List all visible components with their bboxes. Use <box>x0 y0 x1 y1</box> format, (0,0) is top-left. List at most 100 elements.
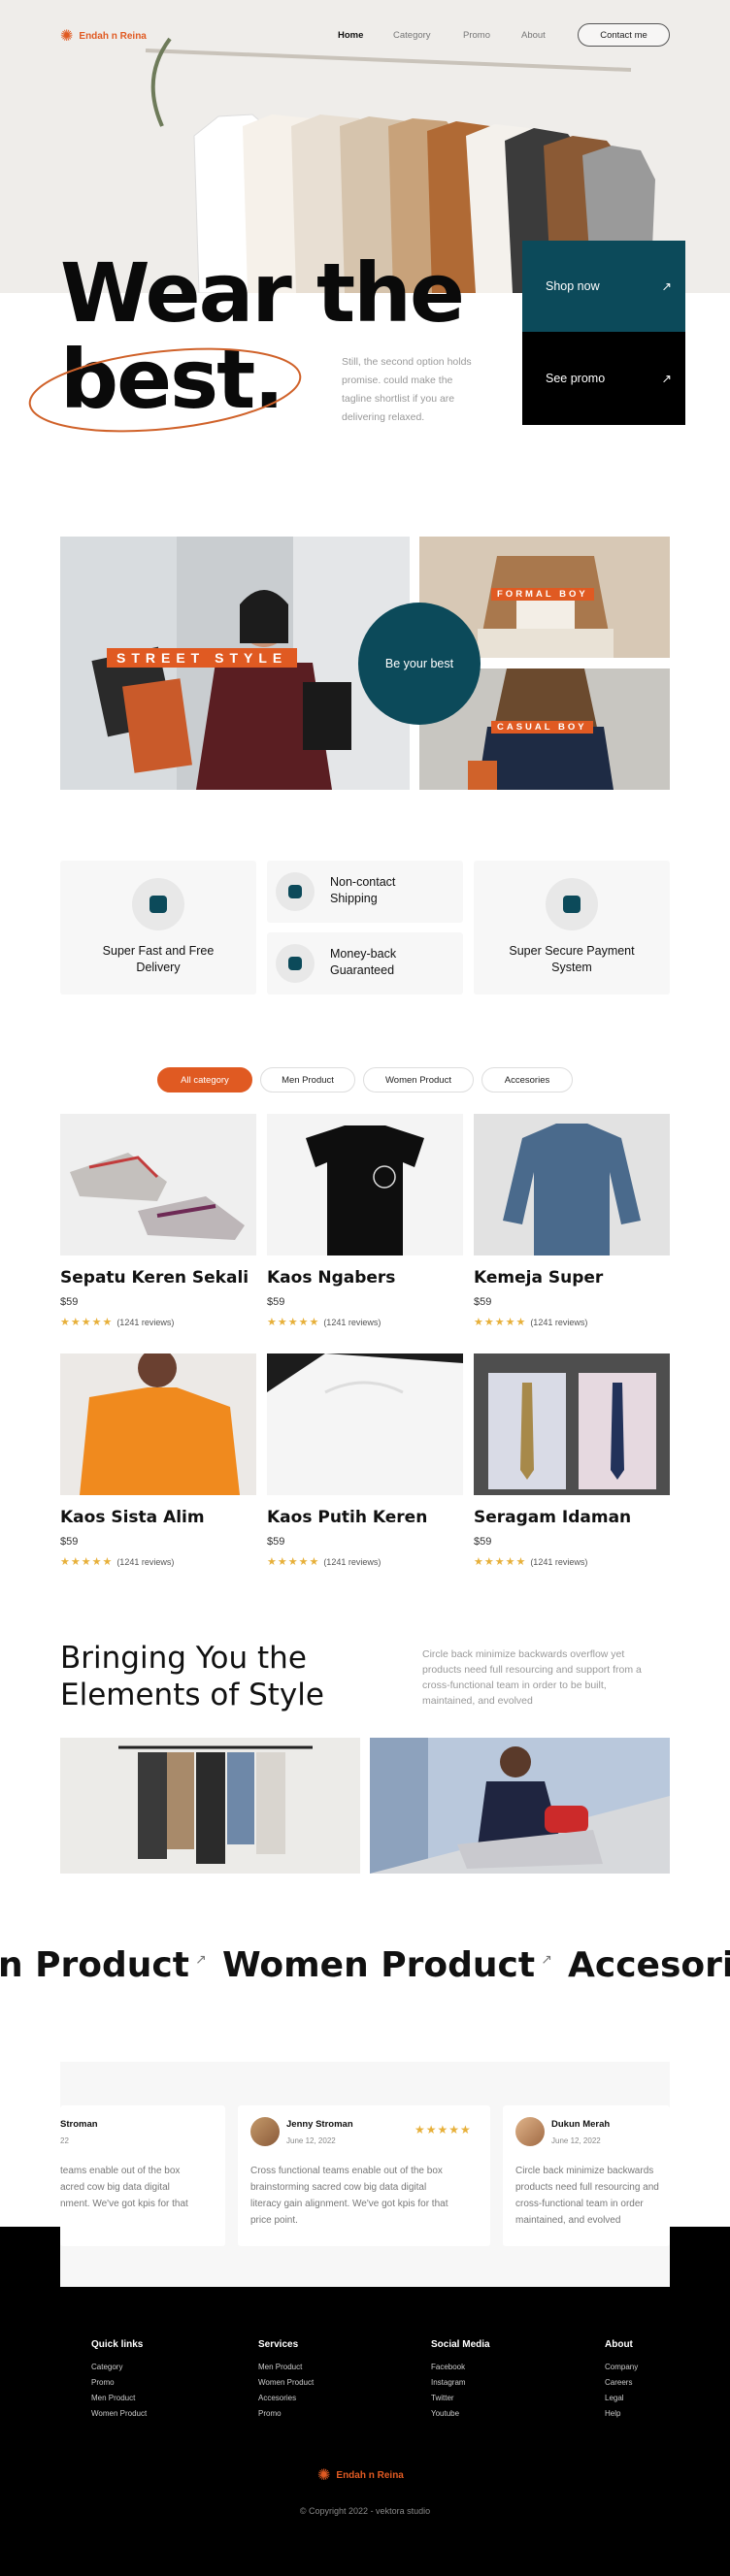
footer-link[interactable]: Youtube <box>431 2409 459 2418</box>
feature-non-contact: Non-contact Shipping <box>267 861 463 923</box>
product-rating: ★★★★★ (1241 reviews) <box>474 1556 588 1568</box>
badge-label: Be your best <box>384 657 454 670</box>
footer-link[interactable]: Women Product <box>91 2409 147 2418</box>
arrow-up-right-icon: ↗ <box>661 372 672 386</box>
testimonial-card: Stroman 22 teams enable out of the box ac… <box>60 2105 225 2246</box>
feature-secure-payment: Super Secure Payment System <box>474 861 670 995</box>
sun-logo-icon: ✺ <box>60 28 74 45</box>
nav-category[interactable]: Category <box>393 30 431 41</box>
reviewer-name: Jenny Stroman <box>286 2119 353 2130</box>
formal-boy-label: FORMAL BOY <box>491 588 594 601</box>
see-promo-button[interactable]: See promo ↗ <box>522 332 685 425</box>
footer-link[interactable]: Twitter <box>431 2394 454 2402</box>
star-rating-icon: ★★★★★ <box>60 1317 114 1328</box>
footer-link[interactable]: Instagram <box>431 2378 466 2387</box>
feature-title: Super Fast and Free Delivery <box>102 944 215 974</box>
filter-men-product[interactable]: Men Product <box>260 1067 355 1092</box>
marquee-item[interactable]: n Product ↗ <box>0 1945 207 1985</box>
product-name[interactable]: Seragam Idaman <box>474 1508 631 1527</box>
product-name[interactable]: Kaos Putih Keren <box>267 1508 427 1527</box>
style-outdoor-image <box>370 1738 670 1874</box>
star-rating-icon: ★★★★★ <box>267 1556 320 1568</box>
product-rating: ★★★★★ (1241 reviews) <box>267 1556 382 1568</box>
footer-link[interactable]: Category <box>91 2363 122 2371</box>
footer-link[interactable]: Accesories <box>258 2394 296 2402</box>
reviewer-name: Stroman <box>60 2119 98 2130</box>
footer-heading: About <box>605 2339 633 2350</box>
footer-link[interactable]: Men Product <box>91 2394 135 2402</box>
product-name[interactable]: Kaos Ngabers <box>267 1268 395 1288</box>
footer-link[interactable]: Facebook <box>431 2363 465 2371</box>
footer-link[interactable]: Company <box>605 2363 638 2371</box>
feature-title: Money-back Guaranteed <box>330 947 397 977</box>
brand-name: Endah n Reina <box>79 30 147 42</box>
product-price: $59 <box>267 1296 285 1308</box>
product-rating: ★★★★★ (1241 reviews) <box>60 1556 175 1568</box>
product-name[interactable]: Kemeja Super <box>474 1268 603 1288</box>
footer-link[interactable]: Promo <box>258 2409 282 2418</box>
nav-about[interactable]: About <box>521 30 546 41</box>
be-your-best-badge[interactable]: Be your best <box>358 603 481 725</box>
product-image[interactable] <box>474 1114 670 1255</box>
footer-logo[interactable]: ✺ Endah n Reina <box>317 2465 404 2485</box>
shop-now-label: Shop now <box>546 279 600 293</box>
star-rating-icon: ★★★★★ <box>415 2123 472 2136</box>
money-icon <box>276 944 315 983</box>
review-text: Circle back minimize backwards products n… <box>515 2166 659 2226</box>
testimonial-card: Dukun Merah June 12, 2022 Circle back mi… <box>503 2105 670 2246</box>
contact-button[interactable]: Contact me <box>578 23 670 47</box>
nav-promo[interactable]: Promo <box>463 30 490 41</box>
nav-home[interactable]: Home <box>338 30 363 41</box>
style-rack-image <box>60 1738 360 1874</box>
feature-title: Non-contact Shipping <box>330 875 396 905</box>
product-price: $59 <box>474 1536 492 1548</box>
product-image[interactable] <box>60 1353 256 1495</box>
product-rating: ★★★★★ (1241 reviews) <box>267 1317 382 1328</box>
product-image[interactable] <box>267 1353 463 1495</box>
street-style-label: STREET STYLE <box>107 648 298 668</box>
arrow-up-right-icon: ↗ <box>541 1952 552 1968</box>
star-rating-icon: ★★★★★ <box>267 1317 320 1328</box>
review-date: June 12, 2022 <box>551 2136 601 2145</box>
product-image[interactable] <box>267 1114 463 1255</box>
footer-link[interactable]: Men Product <box>258 2363 302 2371</box>
avatar <box>250 2117 280 2146</box>
product-name[interactable]: Sepatu Keren Sekali <box>60 1268 249 1288</box>
hero-tagline: Still, the second option holds promise. … <box>342 356 472 423</box>
feature-title: Super Secure Payment System <box>509 944 635 974</box>
filter-women-product[interactable]: Women Product <box>363 1067 474 1092</box>
shop-now-button[interactable]: Shop now ↗ <box>522 241 685 332</box>
footer-link[interactable]: Promo <box>91 2378 115 2387</box>
filter-all-category[interactable]: All category <box>157 1067 252 1092</box>
feature-money-back: Money-back Guaranteed <box>267 932 463 995</box>
marquee-item[interactable]: Accesorie <box>568 1945 730 1985</box>
footer-heading: Quick links <box>91 2339 144 2350</box>
copyright: © Copyright 2022 - vektora studio <box>299 2506 431 2516</box>
see-promo-label: See promo <box>546 372 606 385</box>
footer-link[interactable]: Women Product <box>258 2378 314 2387</box>
star-rating-icon: ★★★★★ <box>474 1317 527 1328</box>
arrow-up-right-icon: ↗ <box>194 1952 207 1968</box>
shield-check-icon <box>276 872 315 911</box>
review-text: Cross functional teams enable out of the… <box>250 2166 448 2226</box>
footer-link[interactable]: Legal <box>605 2394 624 2402</box>
delivery-truck-icon <box>132 878 184 930</box>
footer-link[interactable]: Careers <box>605 2378 632 2387</box>
product-rating: ★★★★★ (1241 reviews) <box>474 1317 588 1328</box>
footer-heading: Social Media <box>431 2339 490 2350</box>
product-image[interactable] <box>60 1114 256 1255</box>
product-image[interactable] <box>474 1353 670 1495</box>
product-name[interactable]: Kaos Sista Alim <box>60 1508 205 1527</box>
review-date: 22 <box>60 2136 69 2145</box>
filter-accesories[interactable]: Accesories <box>481 1067 573 1092</box>
style-description: Circle back minimize backwards overflow … <box>422 1648 642 1707</box>
footer-link[interactable]: Help <box>605 2409 620 2418</box>
secure-card-icon <box>546 878 598 930</box>
logo[interactable]: ✺ Endah n Reina <box>60 26 147 46</box>
product-rating: ★★★★★ (1241 reviews) <box>60 1317 175 1328</box>
product-price: $59 <box>267 1536 285 1548</box>
product-price: $59 <box>474 1296 492 1308</box>
marquee-item[interactable]: Women Product ↗ <box>222 1945 552 1985</box>
title-ellipse-decoration <box>28 347 302 433</box>
sun-logo-icon: ✺ <box>317 2467 331 2484</box>
